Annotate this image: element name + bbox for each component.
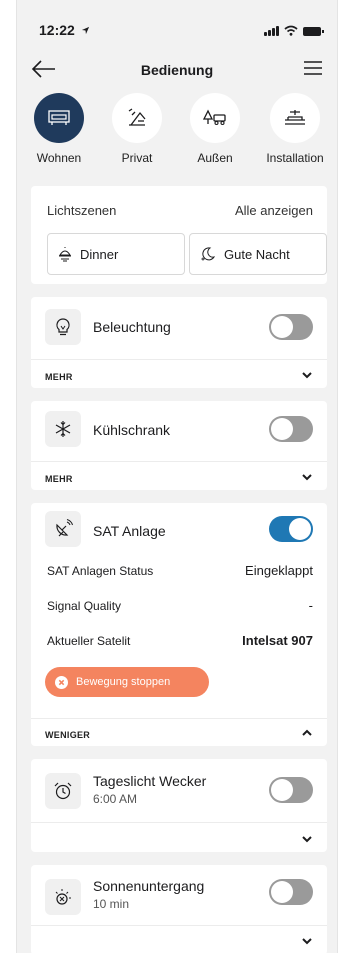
- stop-movement-button[interactable]: Bewegung stoppen: [45, 667, 209, 697]
- tab-aussen[interactable]: Außen: [177, 93, 253, 165]
- satellite-dish-icon: [56, 519, 73, 537]
- device-subtitle: 6:00 AM: [93, 792, 138, 806]
- chevron-up-icon[interactable]: [301, 729, 313, 737]
- device-name: Sonnenuntergang: [93, 878, 205, 894]
- device-card-kuehlschrank: Kühlschrank MEHR: [31, 401, 327, 490]
- living-room-icon: [48, 110, 70, 125]
- alarm-clock-icon: [54, 782, 72, 800]
- device-card-beleuchtung: Beleuchtung MEHR: [31, 297, 327, 388]
- device-icon-box: [45, 511, 81, 547]
- light-scenes-card: Lichtszenen Alle anzeigen Dinner Gute Na…: [31, 186, 327, 284]
- close-circle-icon: [55, 675, 68, 689]
- sat-status-label: SAT Anlagen Status: [47, 564, 154, 578]
- device-icon-box: [45, 773, 81, 809]
- show-all-link[interactable]: Alle anzeigen: [235, 203, 313, 218]
- installation-icon: [285, 110, 305, 125]
- nav-header: Bedienung: [17, 50, 337, 90]
- status-icons: [264, 25, 324, 36]
- expand-more-label[interactable]: MEHR: [45, 372, 73, 382]
- scene-dinner-button[interactable]: Dinner: [47, 233, 185, 275]
- wifi-icon: [284, 25, 298, 36]
- private-room-icon: [128, 108, 146, 126]
- tab-label: Außen: [197, 151, 233, 165]
- device-icon-box: [45, 309, 81, 345]
- chevron-down-icon[interactable]: [301, 371, 313, 379]
- device-name: Tageslicht Wecker: [93, 773, 207, 789]
- tab-privat[interactable]: Privat: [99, 93, 175, 165]
- sat-status-value: Eingeklappt: [245, 563, 313, 578]
- snowflake-icon: [55, 421, 71, 437]
- chevron-down-icon[interactable]: [301, 473, 313, 481]
- device-icon-box: [45, 411, 81, 447]
- current-satellite-label: Aktueller Satelit: [47, 634, 131, 648]
- scene-label: Dinner: [80, 246, 119, 262]
- sat-anlage-toggle[interactable]: [269, 516, 313, 542]
- battery-icon: [303, 27, 324, 36]
- tab-wohnen[interactable]: Wohnen: [21, 93, 97, 165]
- current-satellite-value: Intelsat 907: [242, 633, 313, 648]
- dinner-icon: [59, 247, 71, 262]
- location-arrow-icon: [81, 26, 89, 35]
- signal-quality-label: Signal Quality: [47, 599, 122, 613]
- stop-movement-label: Bewegung stoppen: [76, 676, 171, 688]
- scene-label: Gute Nacht: [224, 246, 290, 262]
- page-title: Bedienung: [140, 62, 214, 78]
- moon-icon: [201, 247, 216, 261]
- status-bar: 12:22: [17, 0, 337, 50]
- category-tabs: Wohnen Privat Außen Installation: [17, 93, 337, 173]
- sonnenuntergang-toggle[interactable]: [269, 879, 313, 905]
- light-scenes-title: Lichtszenen: [47, 203, 117, 218]
- chevron-down-icon[interactable]: [301, 835, 313, 843]
- device-name: Kühlschrank: [93, 422, 171, 438]
- tab-label: Privat: [121, 151, 153, 165]
- device-card-sat-anlage: SAT Anlage SAT Anlagen Status Eingeklapp…: [31, 503, 327, 746]
- signal-quality-value: -: [308, 598, 313, 613]
- outdoor-icon: [203, 109, 226, 126]
- scene-gute-nacht-button[interactable]: Gute Nacht: [189, 233, 327, 275]
- kuehlschrank-toggle[interactable]: [269, 416, 313, 442]
- chevron-down-icon[interactable]: [301, 937, 313, 945]
- tab-installation[interactable]: Installation: [257, 93, 333, 165]
- lightbulb-icon: [56, 318, 70, 336]
- cellular-signal-icon: [264, 26, 279, 36]
- status-time: 12:22: [39, 22, 90, 38]
- tab-label: Wohnen: [36, 151, 82, 165]
- device-card-tageslicht-wecker: Tageslicht Wecker 6:00 AM: [31, 759, 327, 852]
- app-screen: 12:22 Bedienung Wohnen Privat Außen Inst…: [16, 0, 338, 953]
- device-subtitle: 10 min: [93, 897, 130, 911]
- device-card-sonnenuntergang: Sonnenuntergang 10 min: [31, 865, 327, 953]
- beleuchtung-toggle[interactable]: [269, 314, 313, 340]
- device-name: Beleuchtung: [93, 319, 171, 335]
- device-name: SAT Anlage: [93, 523, 166, 539]
- expand-more-label[interactable]: MEHR: [45, 474, 73, 484]
- device-icon-box: [45, 879, 81, 915]
- sunset-icon: [55, 889, 71, 905]
- collapse-less-label[interactable]: WENIGER: [45, 730, 90, 740]
- tab-label: Installation: [266, 151, 324, 165]
- hamburger-menu-icon[interactable]: [303, 59, 323, 77]
- tageslicht-wecker-toggle[interactable]: [269, 777, 313, 803]
